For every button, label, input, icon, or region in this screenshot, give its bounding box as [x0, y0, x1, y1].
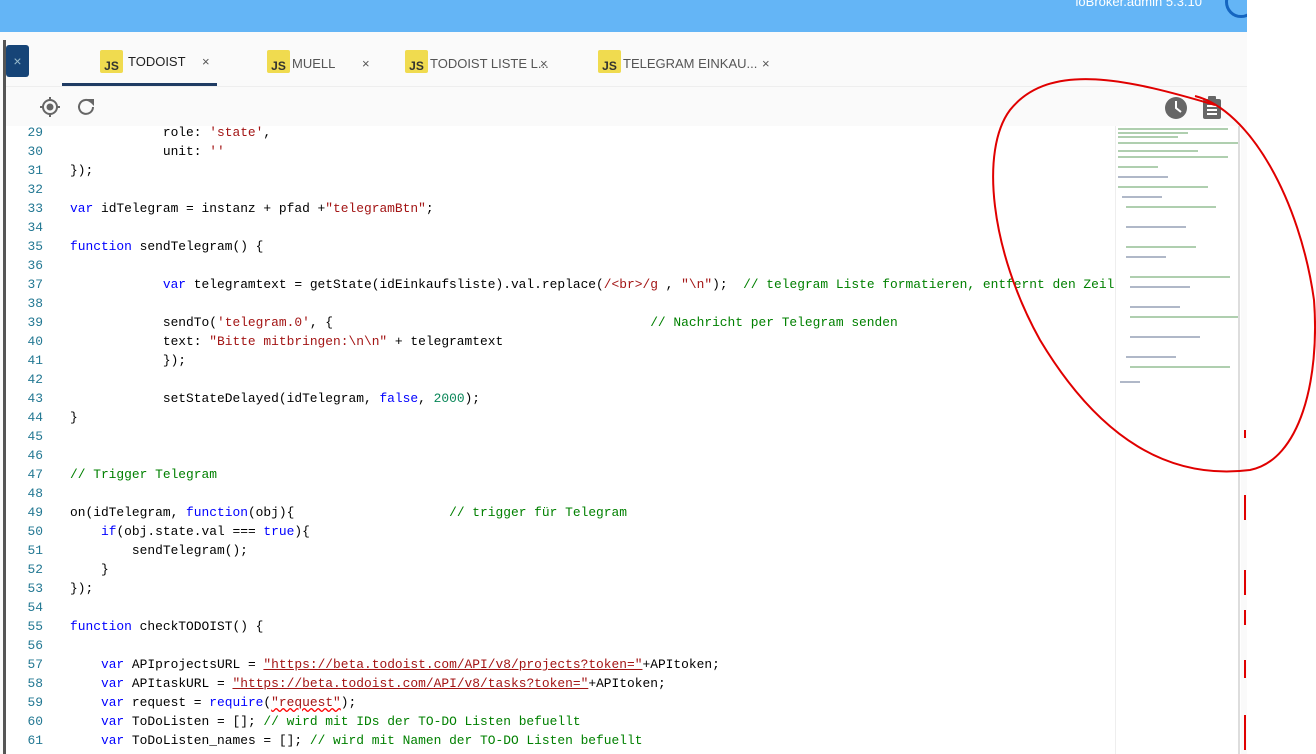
red-annotation-circle	[992, 78, 1316, 750]
